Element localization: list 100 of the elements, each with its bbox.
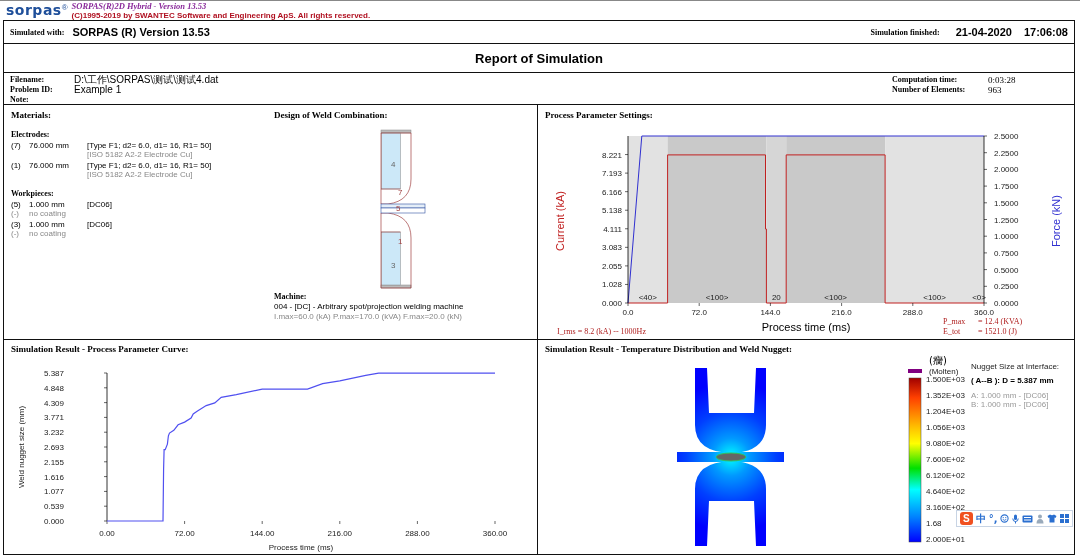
- scale-label: 1.500E+03: [926, 375, 965, 384]
- tick-label: 1.028: [601, 280, 622, 290]
- item-material: [ISO 5182 A2-2 Electrode Cu]: [87, 150, 194, 159]
- tick-label: 1.7500: [994, 182, 1019, 192]
- scale-label: 6.120E+02: [926, 471, 965, 480]
- field-value: D:\工作\SORPAS\测试\测试4.dat: [74, 75, 219, 85]
- tick-label: 144.0: [760, 308, 781, 317]
- tick-label: 360.0: [974, 308, 994, 317]
- finish-date: 21-04-2020: [955, 26, 1012, 38]
- scale-label: 1.056E+03: [926, 423, 965, 432]
- axis-title: Weld nugget size (mm): [17, 405, 26, 489]
- tick-label: 4.309: [43, 398, 64, 408]
- stat-label: P_max: [943, 317, 966, 326]
- coating-id: (-): [11, 209, 20, 218]
- tick-label: 4.848: [43, 383, 64, 393]
- logo: sorpas®: [6, 3, 68, 18]
- smiley-icon[interactable]: [1000, 514, 1010, 523]
- tick-label: 0.000: [601, 299, 622, 308]
- tick-label: 2.5000: [994, 132, 1019, 141]
- simulator-version: SORPAS (R) Version 13.53: [72, 26, 210, 38]
- unit-label: (癵): [929, 355, 947, 366]
- axis-title: Process time (ms): [268, 543, 334, 552]
- tick-label: 288.00: [405, 529, 430, 538]
- scale-label: 1.68: [926, 519, 942, 528]
- weld-combination-drawing: 4 7 5 1 3: [380, 129, 426, 289]
- tick-label: 288.0: [902, 308, 923, 317]
- scale-label: 9.080E+02: [926, 439, 965, 448]
- molten-label: (Molten): [929, 367, 959, 376]
- item-size: 1.000 mm: [29, 200, 66, 209]
- item-size: 1.000 mm: [29, 220, 66, 229]
- molten-swatch: [908, 369, 922, 373]
- tick-label: 1.5000: [994, 198, 1019, 208]
- field-label: Computation time:: [892, 75, 959, 85]
- scale-label: 1.204E+03: [926, 407, 965, 416]
- field-value: Example 1: [74, 85, 123, 95]
- item-size: 76.000 mm: [29, 161, 71, 172]
- ime-mode-button[interactable]: 中: [975, 512, 986, 525]
- ime-mode-button[interactable]: °,: [988, 512, 998, 525]
- field-label: Simulation finished:: [870, 27, 940, 37]
- tick-label: 216.00: [327, 529, 353, 538]
- section-heading: Materials:: [11, 110, 52, 121]
- tick-label: 2.693: [43, 443, 64, 452]
- coating-id: (-): [11, 229, 20, 238]
- item-id: (5): [11, 200, 22, 209]
- tick-label: 0.7500: [994, 248, 1019, 258]
- subheading: Electrodes:: [11, 129, 51, 140]
- field-label: Filename:: [10, 75, 46, 85]
- tick-label: 3.232: [43, 428, 64, 438]
- field-label: Number of Elements:: [892, 85, 967, 95]
- axis-title: Current (kA): [554, 191, 566, 251]
- layer-text: A: 1.000 mm - [DC06]: [971, 391, 1049, 400]
- microphone-icon[interactable]: [1012, 513, 1020, 524]
- tick-label: 3.083: [601, 243, 622, 253]
- phase-label: <0>: [972, 293, 986, 302]
- item-spec: [Type F1; d2= 6.0, d1= 16, R1= 50]: [87, 141, 212, 150]
- product-version: SORPAS(R)2D Hybrid - Version 13.53: [71, 1, 208, 11]
- tick-label: 7.193: [601, 169, 622, 179]
- tick-label: 0.2500: [994, 282, 1019, 292]
- scale-label: 7.600E+02: [926, 455, 965, 464]
- tick-label: 1.0000: [994, 232, 1019, 242]
- tick-label: 72.00: [174, 529, 195, 538]
- nugget-result: ( A--B ): D = 5.387 mm: [971, 376, 1054, 385]
- grid-icon[interactable]: [1060, 514, 1070, 523]
- tick-label: 1.077: [43, 487, 64, 497]
- axis-title: Process time (ms): [761, 321, 851, 333]
- rms-current: I_rms = 8.2 (kA) -- 1000Hz: [557, 327, 646, 336]
- copyright-text: (C)1995-2019 by SWANTEC Software and Engineering ApS. All rights reserved.: [71, 10, 371, 20]
- coating-text: no coating: [29, 209, 67, 218]
- shirt-icon[interactable]: [1047, 514, 1058, 523]
- scale-label: 3.160E+02: [926, 503, 965, 512]
- ime-logo[interactable]: S: [960, 512, 973, 525]
- tick-label: 216.0: [831, 308, 852, 317]
- coating-text: no coating: [29, 229, 67, 238]
- scale-label: 2.000E+01: [926, 535, 965, 544]
- stat-value: = 1521.0 (J): [978, 327, 1017, 336]
- keyboard-icon[interactable]: [1022, 514, 1034, 523]
- tick-label: 3.771: [43, 413, 64, 423]
- stat-label: E_tot: [943, 327, 961, 336]
- item-id: (7): [11, 141, 22, 152]
- tick-label: 72.0: [691, 308, 707, 317]
- tick-label: 4.111: [603, 224, 622, 234]
- scale-label: 1.352E+03: [926, 391, 965, 400]
- field-label: Problem ID:: [10, 85, 54, 95]
- field-value: 0:03:28: [988, 75, 1017, 85]
- stat-value: = 12.4 (KVA): [978, 317, 1023, 326]
- item-id: (3): [11, 220, 22, 229]
- item-size: 76.000 mm: [29, 141, 71, 152]
- phase-label: <100>: [923, 293, 946, 302]
- tick-label: 0.539: [43, 502, 64, 512]
- phase-label: 20: [771, 293, 781, 302]
- section-heading: Simulation Result - Temperature Distribution and Weld Nugget:: [545, 344, 793, 355]
- phase-label: <100>: [705, 293, 729, 302]
- tick-label: 2.155: [43, 457, 64, 467]
- tick-label: 360.00: [482, 529, 508, 538]
- tick-label: 8.221: [601, 150, 622, 160]
- tick-label: 0.00: [99, 529, 115, 538]
- tick-label: 5.387: [43, 369, 64, 378]
- tick-label: 2.055: [601, 261, 622, 271]
- tick-label: 144.00: [249, 529, 275, 538]
- tick-label: 2.2500: [994, 148, 1019, 158]
